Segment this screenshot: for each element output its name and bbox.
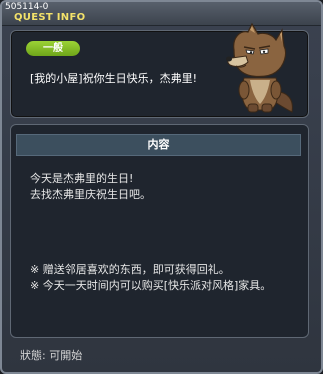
section-header-content: 内容 — [16, 134, 301, 156]
quest-content-panel — [10, 124, 309, 338]
wolf-mascot-icon — [226, 22, 293, 113]
description-line: 去找杰弗里庆祝生日吧。 — [30, 188, 151, 201]
quest-type-badge: 一般 — [26, 41, 80, 56]
description-line: 今天是杰弗里的生日! — [30, 172, 134, 185]
note-line: ※ 今天一天时间内可以购买[快乐派对风格]家具。 — [30, 279, 272, 292]
quest-id: 505114-0 — [5, 2, 49, 12]
quest-status: 狀態: 可開始 — [20, 349, 83, 362]
window-title: QUEST INFO — [14, 12, 86, 23]
note-line: ※ 赠送邻居喜欢的东西，即可获得回礼。 — [30, 263, 230, 276]
quest-name: [我的小屋]祝你生日快乐，杰弗里! — [30, 72, 197, 85]
